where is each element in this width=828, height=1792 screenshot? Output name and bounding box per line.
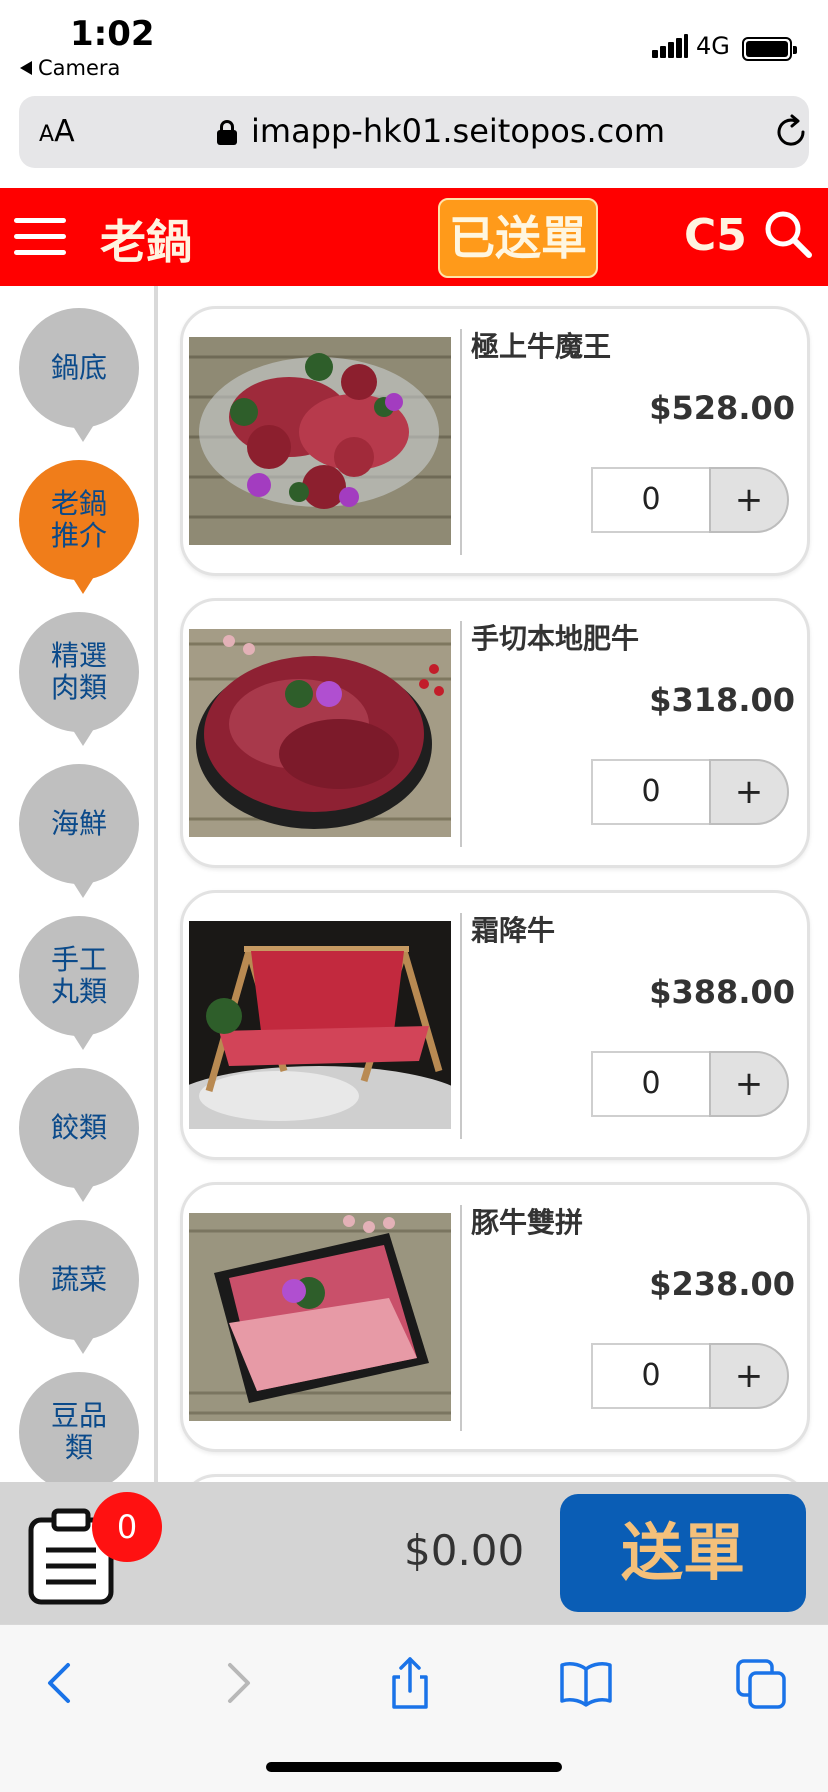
share-icon[interactable] — [380, 1653, 440, 1713]
network-type: 4G — [696, 32, 730, 60]
category-label: 手工丸類 — [50, 943, 107, 1008]
table-number: C5 — [684, 210, 747, 261]
product-card[interactable]: 豚牛雙拼 $238.00 0 + — [180, 1182, 810, 1452]
back-to-app-link[interactable]: Camera — [20, 56, 120, 80]
category-label: 餃類 — [50, 1111, 107, 1144]
card-divider — [460, 1205, 462, 1431]
category-label: 豆品類 — [50, 1399, 107, 1464]
product-list: 極上牛魔王 $528.00 0 + 手切本地肥牛 $318.00 0 + 霜降牛… — [162, 286, 828, 1482]
lock-icon — [217, 120, 237, 145]
quantity-input[interactable]: 0 — [591, 1051, 711, 1117]
forward-icon[interactable] — [206, 1653, 266, 1713]
category-item[interactable]: 手工丸類 — [19, 916, 139, 1050]
category-label: 精選肉類 — [50, 639, 107, 704]
product-price: $238.00 — [649, 1265, 795, 1303]
add-button[interactable]: + — [709, 759, 789, 825]
reload-icon[interactable] — [773, 114, 809, 150]
product-photo — [189, 337, 451, 545]
category-item[interactable]: 餃類 — [19, 1068, 139, 1202]
cart-bar: 0 $0.00 送單 — [0, 1482, 828, 1624]
category-label: 老鍋推介 — [50, 487, 107, 552]
quantity-input[interactable]: 0 — [591, 467, 711, 533]
card-divider — [460, 621, 462, 847]
product-photo — [189, 1213, 451, 1421]
menu-icon[interactable] — [14, 216, 66, 256]
product-price: $318.00 — [649, 681, 795, 719]
quantity-input[interactable]: 0 — [591, 1343, 711, 1409]
product-card[interactable]: 極上牛魔王 $528.00 0 + — [180, 306, 810, 576]
category-item-active[interactable]: 老鍋推介 — [19, 460, 139, 594]
phone-screen: { "status_bar": { "time": "1:02", "back_… — [0, 0, 828, 1792]
product-name: 手切本地肥牛 — [471, 622, 640, 655]
quantity-input[interactable]: 0 — [591, 759, 711, 825]
add-button[interactable]: + — [709, 1343, 789, 1409]
submit-order-button[interactable]: 送單 — [560, 1494, 806, 1612]
category-label: 蔬菜 — [50, 1263, 107, 1296]
brand-title: 老鍋 — [100, 215, 192, 269]
product-photo — [189, 921, 451, 1129]
product-card-partial[interactable] — [180, 1474, 810, 1482]
add-button[interactable]: + — [709, 1051, 789, 1117]
status-bar: 1:02 Camera 4G — [0, 0, 828, 90]
card-divider — [460, 913, 462, 1139]
search-icon[interactable] — [762, 208, 814, 260]
text-size-button[interactable]: AA — [39, 114, 75, 149]
back-app-label: Camera — [38, 56, 121, 80]
category-label: 海鮮 — [50, 807, 107, 840]
card-divider — [460, 329, 462, 555]
category-sidebar: 鍋底 老鍋推介 精選肉類 海鮮 手工丸類 餃類 蔬菜 豆品類 — [0, 286, 158, 1482]
bookmarks-icon[interactable] — [556, 1653, 616, 1713]
home-indicator[interactable] — [266, 1762, 562, 1772]
clock: 1:02 — [70, 14, 155, 54]
category-item[interactable]: 蔬菜 — [19, 1220, 139, 1354]
product-card[interactable]: 霜降牛 $388.00 0 + — [180, 890, 810, 1160]
product-card[interactable]: 手切本地肥牛 $318.00 0 + — [180, 598, 810, 868]
tabs-icon[interactable] — [732, 1653, 792, 1713]
category-label: 鍋底 — [50, 351, 107, 384]
battery-icon — [742, 37, 797, 61]
product-price: $528.00 — [649, 389, 795, 427]
back-triangle-icon — [20, 61, 32, 75]
signal-icon — [652, 34, 688, 58]
add-button[interactable]: + — [709, 467, 789, 533]
cart-total: $0.00 — [404, 1526, 525, 1575]
product-name: 霜降牛 — [471, 914, 556, 947]
app-header: 老鍋 已送單 C5 — [0, 188, 828, 286]
product-price: $388.00 — [649, 973, 795, 1011]
address-bar[interactable]: AA imapp-hk01.seitopos.com — [19, 96, 809, 168]
category-item[interactable]: 精選肉類 — [19, 612, 139, 746]
category-item[interactable]: 鍋底 — [19, 308, 139, 442]
product-name: 極上牛魔王 — [471, 330, 612, 363]
product-name: 豚牛雙拼 — [471, 1206, 584, 1239]
product-photo — [189, 629, 451, 837]
back-icon[interactable] — [32, 1653, 92, 1713]
category-item[interactable]: 豆品類 — [19, 1372, 139, 1482]
url-text[interactable]: imapp-hk01.seitopos.com — [251, 112, 665, 150]
sent-orders-button[interactable]: 已送單 — [438, 198, 598, 278]
category-item[interactable]: 海鮮 — [19, 764, 139, 898]
cart-count-badge: 0 — [92, 1492, 162, 1562]
